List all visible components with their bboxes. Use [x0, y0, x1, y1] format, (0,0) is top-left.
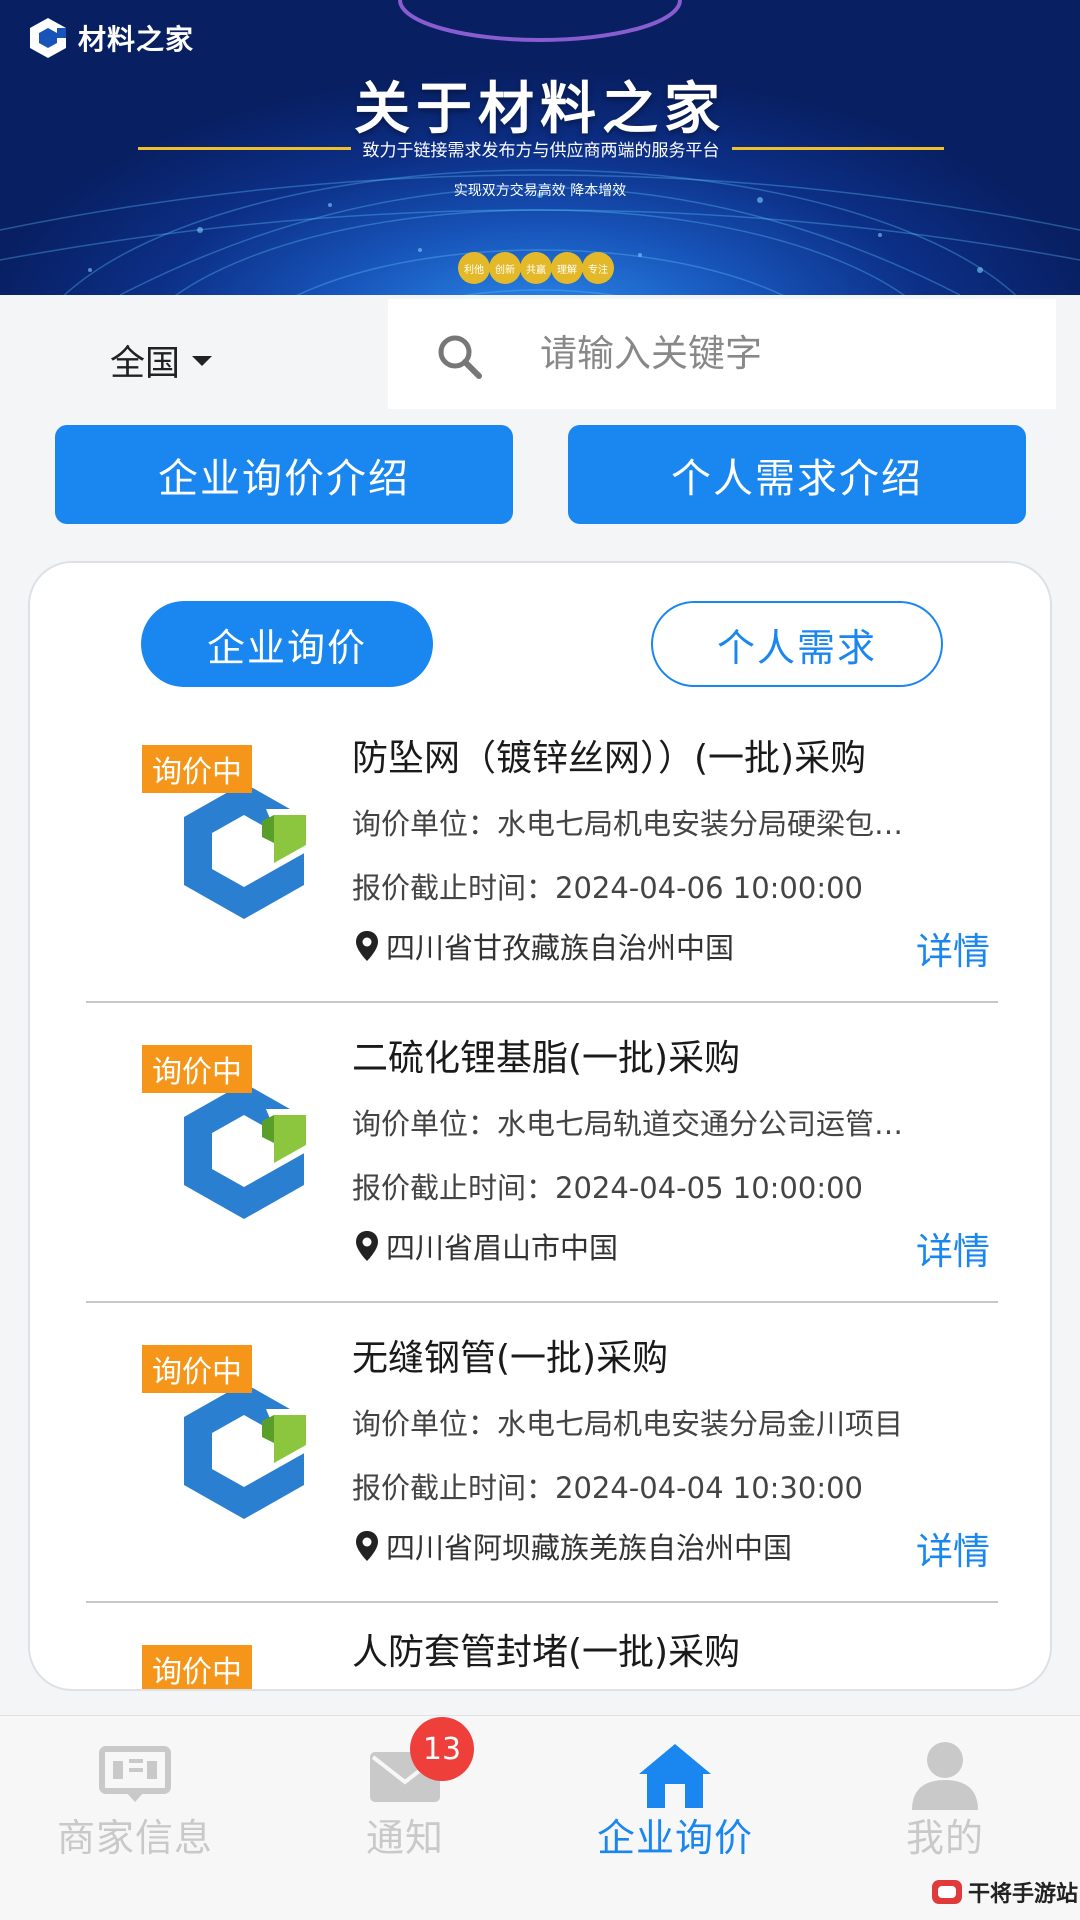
list-item[interactable]: 询价中 防坠网（镀锌丝网））(一批)采购 询价单位：水电七局机电安装分局硬梁包……	[30, 738, 1050, 1045]
detail-link[interactable]: 详情	[916, 921, 990, 975]
item-location: 四川省甘孜藏族自治州中国	[356, 925, 734, 967]
item-title: 无缝钢管(一批)采购	[352, 1338, 669, 1379]
status-badge: 询价中	[142, 1045, 252, 1093]
tab-label: 我的	[905, 1816, 984, 1860]
banner-tag: 利他	[458, 252, 490, 284]
banner-slogan: 实现双方交易高效 降本增效	[453, 183, 627, 199]
tab-label: 企业询价	[596, 1816, 753, 1860]
region-selector[interactable]: 全国	[110, 335, 213, 386]
banner-tag: 专注	[582, 252, 614, 284]
tab-enterprise-inquiry-nav[interactable]: 企业询价	[540, 1716, 810, 1866]
item-deadline: 报价截止时间：2024-04-04 10:30:00	[352, 1471, 863, 1505]
location-text: 四川省甘孜藏族自治州中国	[386, 931, 735, 965]
list-item-title-row: 人防套管封堵(一批)采购	[30, 1632, 1050, 1689]
item-thumbnail: 询价中	[86, 745, 308, 925]
banner-tag: 共赢	[520, 252, 552, 284]
bottom-tab-bar: 商家信息 通知 企业询价 我的	[0, 1715, 1080, 1920]
divider	[86, 1301, 998, 1303]
home-icon	[639, 1744, 711, 1808]
banner-tag: 理解	[551, 252, 583, 284]
search-row: 全国	[0, 295, 1080, 415]
divider	[86, 1601, 998, 1603]
tab-label: 通知	[365, 1816, 444, 1860]
location-pin-icon	[356, 931, 378, 961]
company-logo-icon	[184, 1083, 308, 1219]
location-text: 四川省阿坝藏族羌族自治州中国	[386, 1531, 793, 1565]
enterprise-intro-button[interactable]: 企业询价介绍	[55, 425, 513, 524]
caret-down-icon	[192, 355, 213, 366]
location-text: 四川省眉山市中国	[386, 1231, 619, 1265]
banner-tags: 利他 创新 共赢 理解 专注	[458, 252, 614, 284]
watermark-logo-icon	[932, 1880, 962, 1904]
item-location: 四川省眉山市中国	[356, 1225, 618, 1267]
company-logo-icon	[184, 1383, 308, 1519]
watermark-text: 干将手游站	[968, 1881, 1079, 1907]
item-thumbnail: 询价中	[86, 1345, 308, 1525]
app-logo: 材料之家	[26, 16, 194, 60]
search-input[interactable]	[540, 327, 1020, 379]
banner[interactable]: 材料之家 关于材料之家 致力于链接需求发布方与供应商两端的服务平台 实现双方交易…	[0, 0, 1080, 295]
item-location: 四川省阿坝藏族羌族自治州中国	[356, 1525, 792, 1567]
watermark: 干将手游站	[930, 1876, 1078, 1908]
merchant-info-icon	[99, 1746, 171, 1802]
divider	[86, 1001, 998, 1003]
banner-subtitle-row: 致力于链接需求发布方与供应商两端的服务平台	[138, 136, 944, 161]
item-org: 询价单位：水电七局机电安装分局金川项目	[352, 1407, 904, 1441]
list-item[interactable]: 询价中 无缝钢管(一批)采购 询价单位：水电七局机电安装分局金川项目 报价截止时…	[30, 1338, 1050, 1645]
item-title: 二硫化锂基脂(一批)采购	[352, 1038, 741, 1079]
search-box[interactable]	[388, 299, 1056, 409]
divider	[731, 147, 944, 150]
tab-merchant-info[interactable]: 商家信息	[0, 1716, 270, 1866]
tab-enterprise-inquiry[interactable]: 企业询价	[141, 601, 433, 687]
location-pin-icon	[356, 1231, 378, 1261]
user-icon	[912, 1742, 978, 1810]
tab-profile[interactable]: 我的	[810, 1716, 1080, 1866]
tab-notifications[interactable]: 通知	[270, 1716, 540, 1866]
item-title: 防坠网（镀锌丝网））(一批)采购	[352, 738, 867, 779]
status-badge: 询价中	[142, 745, 252, 793]
detail-link[interactable]: 详情	[916, 1221, 990, 1275]
notification-count-badge: 13	[410, 1717, 474, 1781]
banner-subtitle: 致力于链接需求发布方与供应商两端的服务平台	[362, 141, 720, 161]
item-title: 人防套管封堵(一批)采购	[352, 1632, 741, 1673]
item-org: 询价单位：水电七局机电安装分局硬梁包…	[352, 807, 904, 841]
banner-title: 关于材料之家	[354, 77, 726, 142]
item-thumbnail: 询价中	[86, 1045, 308, 1225]
app-logo-icon	[30, 18, 66, 58]
list-item[interactable]: 询价中 二硫化锂基脂(一批)采购 询价单位：水电七局轨道交通分公司运管… 报价截…	[30, 1038, 1050, 1345]
tab-label: 商家信息	[56, 1816, 213, 1860]
personal-intro-button[interactable]: 个人需求介绍	[568, 425, 1026, 524]
item-org: 询价单位：水电七局轨道交通分公司运管…	[352, 1107, 904, 1141]
region-label: 全国	[110, 344, 181, 384]
detail-link[interactable]: 详情	[916, 1521, 990, 1575]
inquiry-list-card: 企业询价 个人需求 询价中 防坠网（镀锌丝网））(一批)采购 询价单位：水电七局…	[28, 561, 1052, 1691]
company-logo-icon	[184, 783, 308, 919]
divider	[138, 147, 351, 150]
item-deadline: 报价截止时间：2024-04-05 10:00:00	[352, 1171, 863, 1205]
search-icon	[438, 335, 482, 379]
item-deadline: 报价截止时间：2024-04-06 10:00:00	[352, 871, 863, 905]
status-badge: 询价中	[142, 1345, 252, 1393]
tab-personal-demand[interactable]: 个人需求	[651, 601, 943, 687]
banner-tag: 创新	[489, 252, 521, 284]
app-logo-text: 材料之家	[78, 23, 195, 56]
location-pin-icon	[356, 1531, 378, 1561]
